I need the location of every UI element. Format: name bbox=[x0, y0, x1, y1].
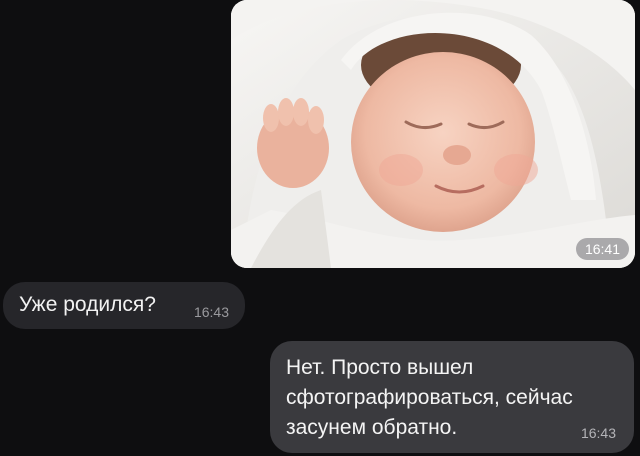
baby-photo[interactable] bbox=[231, 0, 635, 268]
incoming-message-timestamp: 16:43 bbox=[193, 304, 229, 320]
photo-timestamp: 16:41 bbox=[575, 238, 629, 260]
chat-view: 16:41 Уже родился? 16:43 Нет. Просто выш… bbox=[0, 0, 640, 456]
incoming-message-bubble[interactable]: Уже родился? 16:43 bbox=[3, 282, 245, 329]
photo-message[interactable]: 16:41 bbox=[231, 0, 635, 268]
outgoing-message-timestamp: 16:43 bbox=[580, 425, 616, 441]
incoming-message-text: Уже родился? bbox=[19, 293, 156, 316]
outgoing-message-text: Нет. Просто вышел сфотографироваться, се… bbox=[286, 353, 586, 443]
outgoing-message-line: сфотографироваться, сейчас bbox=[286, 386, 573, 409]
outgoing-message-line: засунем обратно. bbox=[286, 416, 458, 439]
outgoing-message-bubble[interactable]: Нет. Просто вышел сфотографироваться, се… bbox=[270, 341, 634, 453]
outgoing-message-line: Нет. Просто вышел bbox=[286, 356, 474, 379]
